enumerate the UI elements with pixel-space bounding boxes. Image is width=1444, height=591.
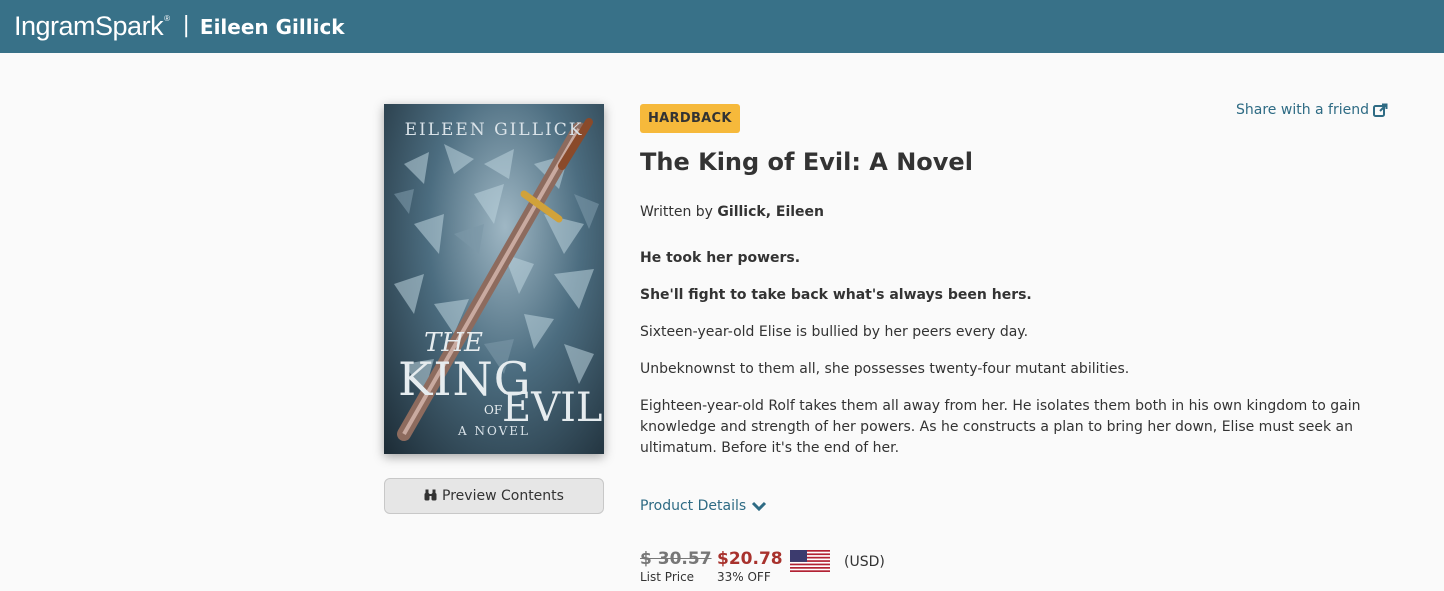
list-price-label: List Price	[640, 570, 695, 584]
publisher-name: Eileen Gillick	[199, 14, 345, 39]
cover-subtitle-text: A NOVEL	[457, 424, 530, 438]
registered-mark: ®	[164, 14, 170, 23]
cover-author-text: EILEEN GILLICK	[404, 120, 584, 140]
written-by-line: Written by Gillick, Eileen	[640, 204, 824, 220]
written-by-prefix: Written by	[640, 204, 713, 220]
binoculars-icon	[424, 489, 437, 504]
share-with-friend-link[interactable]: Share with a friend	[1236, 102, 1388, 118]
description-paragraph: She'll fight to take back what's always …	[640, 287, 1032, 303]
preview-contents-button[interactable]: Preview Contents	[384, 478, 604, 514]
us-flag-icon[interactable]	[790, 550, 830, 576]
book-title: The King of Evil: A Novel	[640, 148, 973, 176]
brand-logo[interactable]: IngramSpark®	[14, 11, 170, 42]
book-author: Gillick, Eileen	[717, 204, 825, 220]
brand-name: IngramSpark	[14, 11, 164, 41]
share-external-icon	[1373, 103, 1388, 117]
format-badge: HARDBACK	[640, 104, 740, 133]
description-paragraph: Sixteen-year-old Elise is bullied by her…	[640, 324, 1029, 340]
cover-title-evil: EVIL	[502, 385, 603, 431]
currency-code: (USD)	[844, 554, 885, 570]
list-price: $ 30.57	[640, 549, 712, 569]
cover-title-text: THE KING OF EVIL	[398, 330, 602, 428]
description-paragraph: Eighteen-year-old Rolf takes them all aw…	[640, 398, 1361, 456]
product-details-label: Product Details	[640, 498, 747, 514]
chevron-down-icon	[752, 501, 767, 511]
header-separator: |	[182, 13, 190, 38]
share-label: Share with a friend	[1236, 102, 1369, 118]
description-paragraph: Unbeknownst to them all, she possesses t…	[640, 361, 1130, 377]
top-bar: IngramSpark® | Eileen Gillick	[0, 0, 1444, 53]
cover-title-of: OF	[484, 403, 503, 417]
preview-contents-label: Preview Contents	[442, 488, 564, 504]
book-cover-image: EILEEN GILLICK THE KING OF EVIL A NOVEL	[384, 104, 604, 454]
book-description: He took her powers. She'll fight to take…	[640, 248, 1390, 475]
discount-label: 33% OFF	[717, 570, 771, 584]
product-details-toggle[interactable]: Product Details	[640, 498, 767, 514]
description-paragraph: He took her powers.	[640, 250, 801, 266]
sale-price: $20.78	[717, 549, 783, 569]
